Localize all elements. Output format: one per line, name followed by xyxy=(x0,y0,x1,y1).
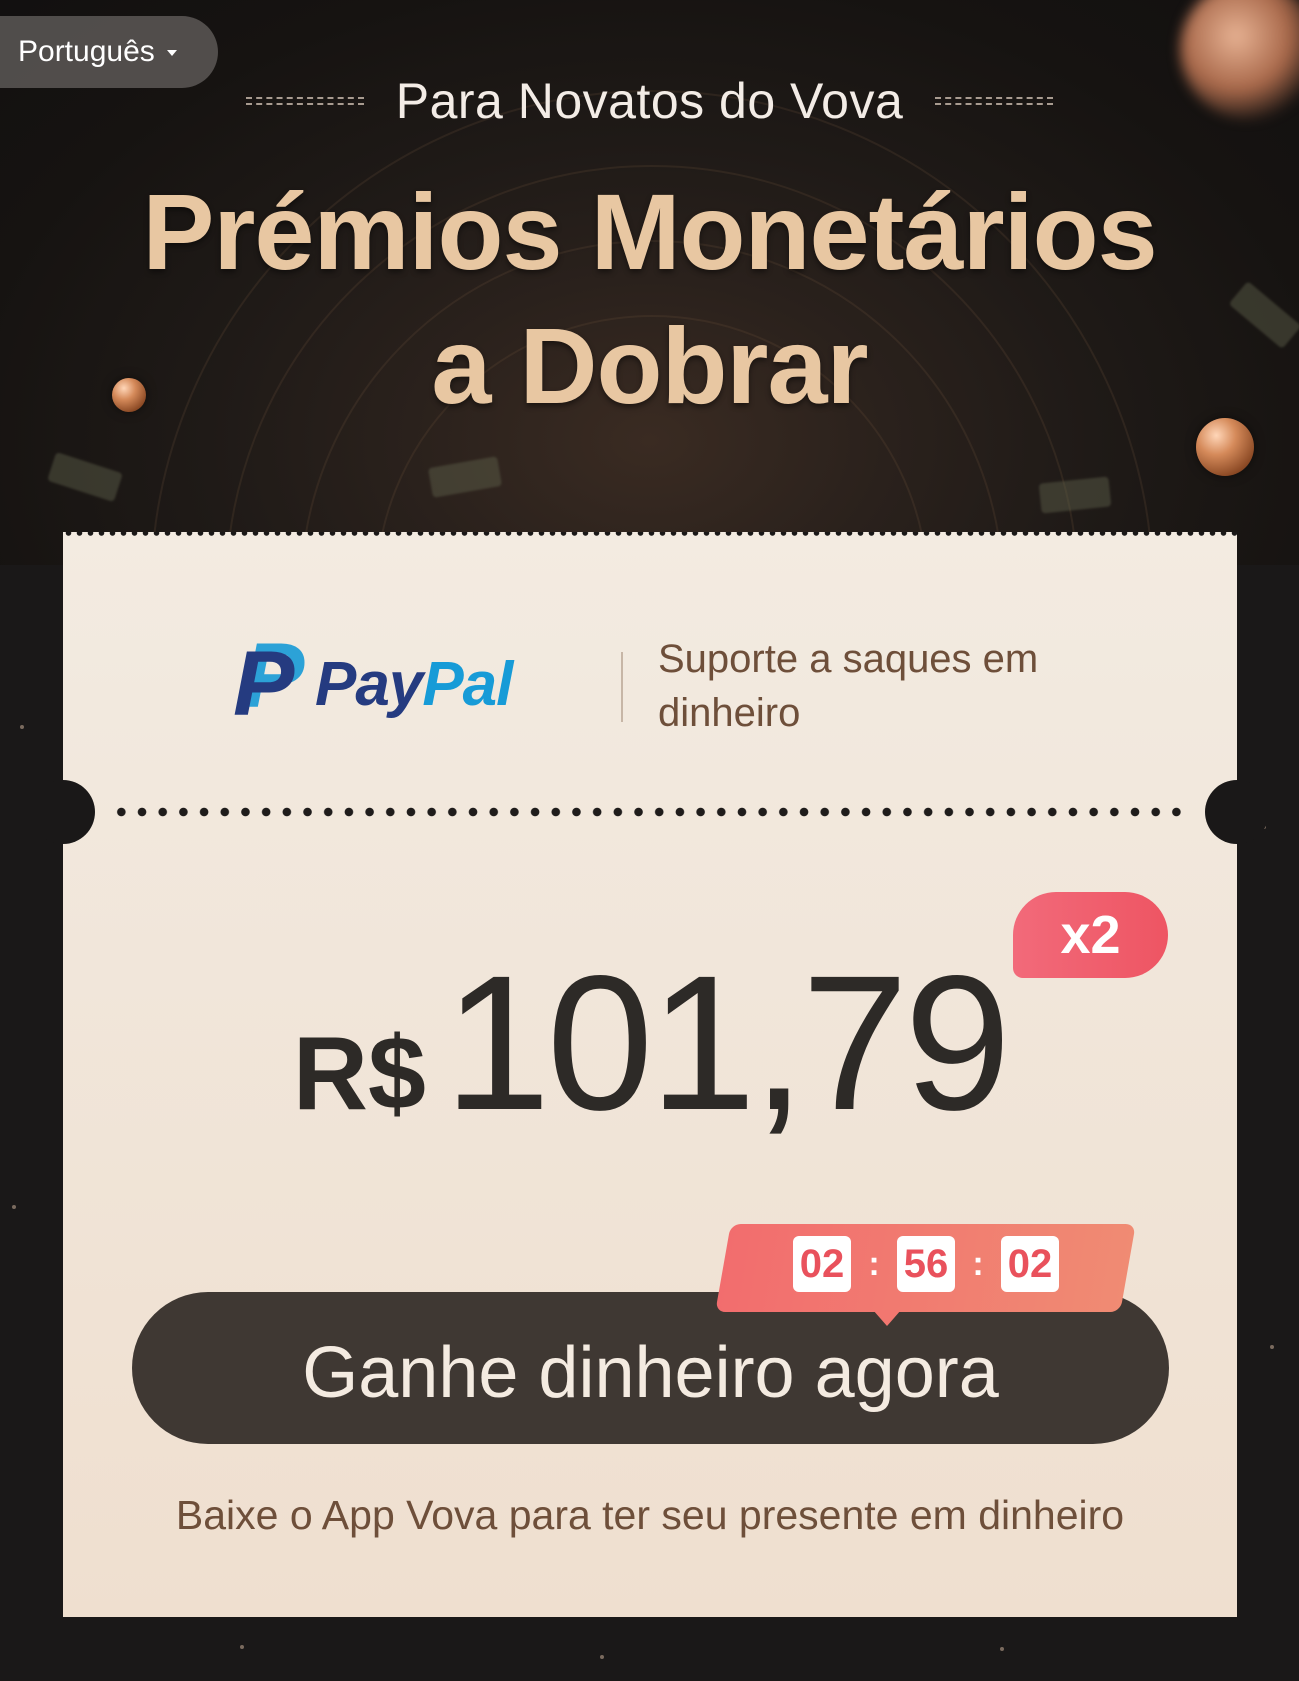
reward-card: P P PayPal Suporte a saques em dinheiro … xyxy=(31,532,1269,1617)
paypal-mark-front: P xyxy=(233,633,295,735)
caret-down-icon xyxy=(166,50,177,56)
dotted-divider xyxy=(111,807,1189,817)
sparkle-decoration xyxy=(1000,1647,1004,1651)
paypal-logo: P P PayPal xyxy=(233,630,513,735)
timer-seconds: 02 xyxy=(1001,1236,1059,1292)
ticket-notch-left xyxy=(31,780,95,844)
dashed-divider-left xyxy=(245,97,364,105)
sparkle-decoration xyxy=(12,1205,16,1209)
countdown-timer-pointer xyxy=(873,1310,901,1326)
vertical-divider xyxy=(621,652,623,722)
card-perforated-edge xyxy=(63,532,1237,538)
sparkle-decoration xyxy=(240,1645,244,1649)
sparkle-decoration xyxy=(1270,1345,1274,1349)
paypal-icon: P P xyxy=(233,630,304,735)
currency-symbol: R$ xyxy=(292,1016,426,1132)
subheading-row: Para Novatos do Vova xyxy=(0,72,1299,130)
page-title-line-1: Prémios Monetários xyxy=(142,171,1157,292)
page-title: Prémios Monetários a Dobrar xyxy=(0,165,1299,433)
timer-separator: : xyxy=(868,1244,880,1283)
money-bill-decoration xyxy=(47,451,123,503)
withdrawal-support-text: Suporte a saques em dinheiro xyxy=(658,637,1039,735)
paypal-wordmark-pay: Pay xyxy=(315,649,423,719)
ticket-notch-right xyxy=(1205,780,1269,844)
dashed-divider-right xyxy=(935,97,1054,105)
language-selector-label: Português xyxy=(18,35,155,68)
page-title-line-2: a Dobrar xyxy=(431,305,868,426)
timer-minutes: 56 xyxy=(897,1236,955,1292)
countdown-timer: 02 : 56 : 02 xyxy=(793,1236,1059,1292)
timer-hours: 02 xyxy=(793,1236,851,1292)
amount-value: 101,79 xyxy=(443,935,1011,1150)
sparkle-decoration xyxy=(600,1655,604,1659)
multiplier-badge: x2 xyxy=(1013,892,1168,978)
download-app-text: Baixe o App Vova para ter seu presente e… xyxy=(175,1492,1125,1538)
sparkle-decoration xyxy=(20,725,24,729)
paypal-wordmark: PayPal xyxy=(315,649,513,720)
earn-money-now-button[interactable]: Ganhe dinheiro agora xyxy=(132,1292,1169,1444)
paypal-wordmark-pal: Pal xyxy=(422,649,513,719)
page-subheading: Para Novatos do Vova xyxy=(395,73,904,129)
timer-separator: : xyxy=(972,1244,984,1283)
